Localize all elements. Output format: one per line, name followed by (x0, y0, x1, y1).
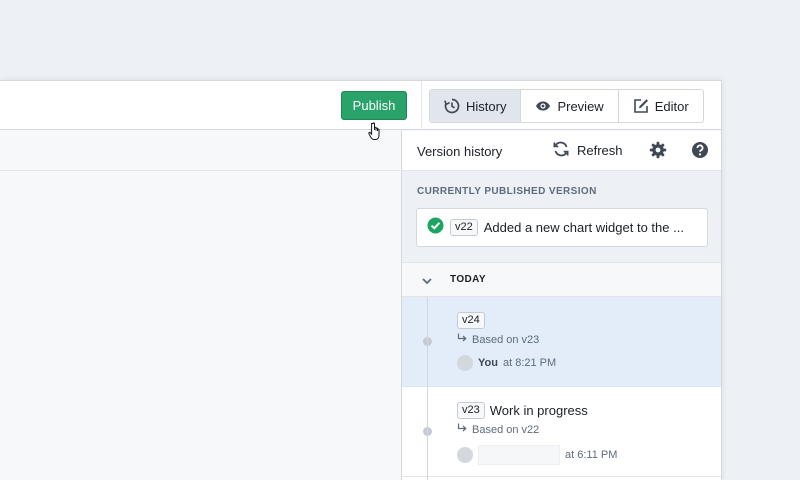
based-on-label: Based on v22 (472, 423, 540, 436)
version-row[interactable]: v23 Work in progress Based on v22 at 6:1… (402, 387, 721, 477)
panel-title: Version history (417, 144, 503, 159)
version-tag: v23 (457, 402, 485, 419)
redacted-author-name (478, 445, 560, 465)
history-icon (444, 98, 460, 114)
version-header: v24 (457, 312, 485, 329)
refresh-icon (552, 140, 570, 161)
group-today[interactable]: TODAY (402, 263, 721, 297)
avatar (457, 355, 473, 371)
author-name: You (478, 357, 498, 369)
editor-subbar (0, 130, 400, 171)
version-header: v23 Work in progress (457, 402, 588, 419)
chevron-down-icon (421, 274, 433, 292)
return-arrow-icon (457, 333, 467, 346)
check-circle-icon (427, 217, 444, 239)
tab-history[interactable]: History (430, 90, 522, 122)
version-meta: at 6:11 PM (457, 445, 617, 465)
edit-icon (633, 98, 649, 114)
based-on-label: Based on v23 (472, 333, 540, 346)
avatar (457, 447, 473, 463)
tab-editor-label: Editor (654, 98, 689, 114)
version-history-panel: Version history Refresh CURRENTLY PUBLIS… (401, 131, 721, 480)
gear-icon[interactable] (649, 141, 667, 164)
view-mode-switcher: History Preview Editor (429, 89, 704, 123)
published-version-description: Added a new chart widget to the ... (483, 220, 684, 235)
version-name: Work in progress (489, 403, 588, 418)
based-on-text: Based on v22 (457, 423, 539, 436)
help-icon[interactable] (691, 141, 709, 164)
version-tag: v22 (450, 219, 478, 236)
refresh-label: Refresh (577, 143, 623, 158)
based-on-text: Based on v23 (457, 333, 539, 346)
tab-preview[interactable]: Preview (521, 90, 619, 122)
version-tag: v24 (457, 312, 485, 329)
published-version-section: CURRENTLY PUBLISHED VERSION v22 Added a … (402, 171, 721, 263)
group-label: TODAY (450, 274, 486, 285)
tab-editor[interactable]: Editor (619, 90, 703, 122)
tab-preview-label: Preview (557, 98, 604, 114)
refresh-button[interactable]: Refresh (552, 140, 623, 161)
tab-history-label: History (466, 98, 507, 114)
version-time: at 6:11 PM (565, 449, 618, 461)
publish-button[interactable]: Publish (341, 91, 407, 120)
toolbar-divider (421, 81, 422, 130)
published-version-label: CURRENTLY PUBLISHED VERSION (417, 186, 597, 197)
hand-cursor-icon (368, 122, 384, 147)
version-row[interactable]: v24 Based on v23 You at 8:21 PM (402, 297, 721, 387)
return-arrow-icon (457, 423, 467, 436)
version-meta: You at 8:21 PM (457, 355, 556, 371)
eye-icon (535, 98, 551, 114)
published-version-card[interactable]: v22 Added a new chart widget to the ... (416, 208, 708, 247)
timeline-line (427, 297, 428, 480)
top-toolbar: Publish History Preview Editor (0, 80, 721, 130)
version-time: at 8:21 PM (502, 357, 557, 369)
panel-header: Version history Refresh (402, 131, 721, 171)
